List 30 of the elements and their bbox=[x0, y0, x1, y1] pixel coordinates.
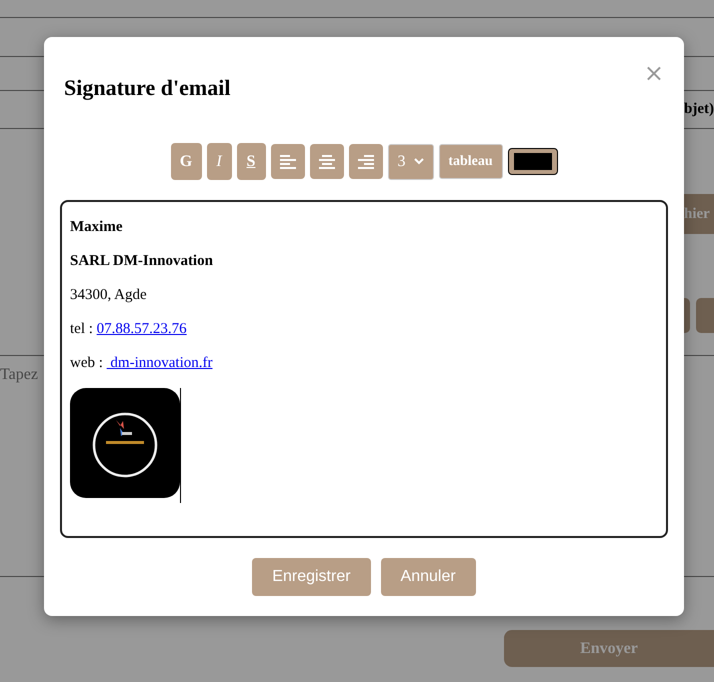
file-button[interactable]: hier bbox=[684, 194, 714, 234]
table-button[interactable]: tableau bbox=[438, 144, 502, 179]
close-button[interactable]: × bbox=[644, 61, 664, 85]
align-icon bbox=[358, 154, 374, 168]
align-icon bbox=[280, 154, 296, 168]
signature-editor[interactable]: Maxime SARL DM-Innovation 34300, Agde tel : 07.88.57.23.76 web : dm-innovation.fr bbox=[60, 200, 668, 538]
cancel-button[interactable]: Annuler bbox=[380, 558, 476, 596]
color-picker[interactable] bbox=[508, 148, 558, 175]
signature-label: web : bbox=[70, 355, 104, 371]
toolbar-button[interactable] bbox=[696, 298, 714, 333]
align-icon bbox=[318, 154, 334, 168]
align-left-button[interactable] bbox=[270, 144, 304, 179]
signature-label: tel : bbox=[70, 321, 94, 337]
send-button[interactable]: Envoyer bbox=[504, 630, 714, 667]
message-field[interactable]: Tapez bbox=[0, 366, 38, 383]
signature-link[interactable]: dm-innovation.fr bbox=[106, 355, 212, 371]
bold-button[interactable]: G bbox=[170, 143, 202, 180]
align-right-button[interactable] bbox=[348, 144, 382, 179]
italic-button[interactable]: I bbox=[206, 143, 232, 180]
font-size-select[interactable]: 3 bbox=[388, 144, 434, 180]
align-center-button[interactable] bbox=[310, 144, 344, 179]
signature-line: Maxime bbox=[70, 218, 124, 237]
signature-line: SARL DM-Innovation bbox=[70, 252, 214, 271]
signature-line: 34300, Agde bbox=[70, 286, 148, 305]
column-header: bjet) bbox=[684, 101, 714, 118]
dialog-title: Signature d'email bbox=[64, 75, 230, 101]
strikethrough-button[interactable]: S bbox=[236, 143, 266, 180]
chevron-icon bbox=[414, 158, 424, 165]
save-button[interactable]: Enregistrer bbox=[252, 558, 371, 596]
signature-link[interactable]: 07.88.57.23.76 bbox=[96, 321, 187, 337]
